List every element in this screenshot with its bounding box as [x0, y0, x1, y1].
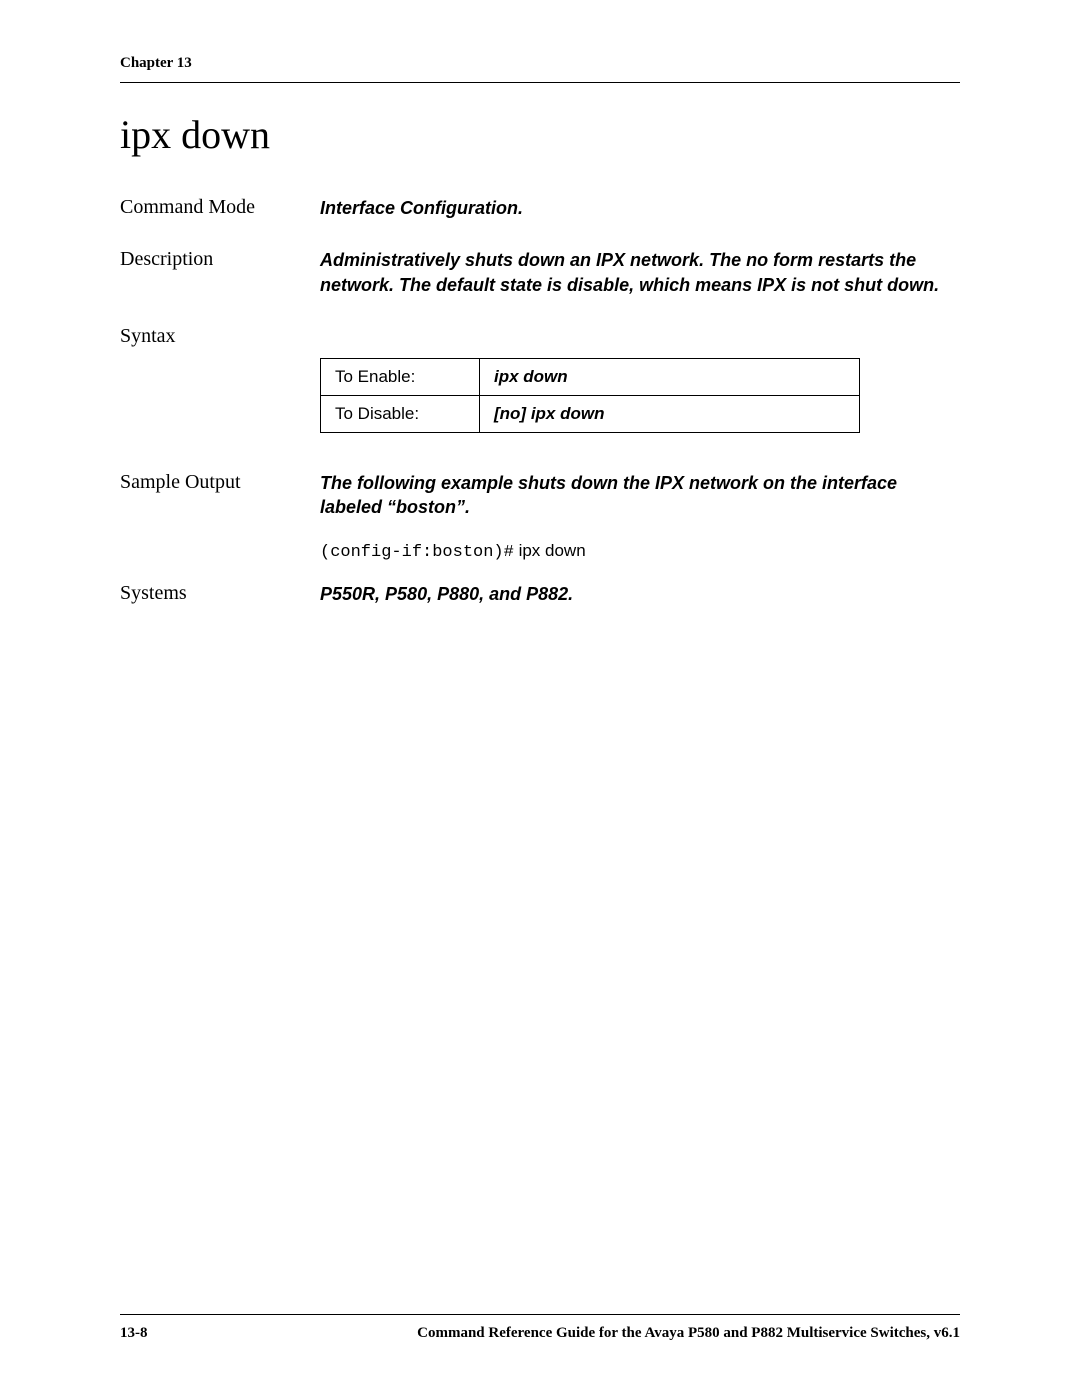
sample-output-command-line: (config-if:boston)# ipx down [320, 541, 960, 562]
syntax-table-row: To Enable: ipx down To Disable: [no] ipx… [120, 356, 960, 437]
footer-rule [120, 1314, 960, 1315]
syntax-label: Syntax [120, 325, 320, 348]
sample-output-label: Sample Output [120, 471, 320, 494]
page-content: Chapter 13 ipx down Command Mode Interfa… [120, 55, 960, 1337]
command-mode-row: Command Mode Interface Configuration. [120, 196, 960, 220]
command-mode-label: Command Mode [120, 196, 320, 219]
description-row: Description Administratively shuts down … [120, 248, 960, 297]
syntax-row: Syntax [120, 325, 960, 348]
sample-output-row: Sample Output The following example shut… [120, 471, 960, 563]
syntax-disable-right: [no] ipx down [480, 395, 860, 432]
footer-page-number: 13-8 [120, 1325, 148, 1342]
systems-value: P550R, P580, P880, and P882. [320, 582, 960, 606]
footer-line: 13-8 Command Reference Guide for the Ava… [120, 1325, 960, 1342]
syntax-enable-left: To Enable: [321, 358, 480, 395]
sample-output-command: ipx down [514, 541, 586, 560]
systems-row: Systems P550R, P580, P880, and P882. [120, 582, 960, 606]
sample-output-intro: The following example shuts down the IPX… [320, 471, 960, 520]
table-row: To Enable: ipx down [321, 358, 860, 395]
syntax-disable-left: To Disable: [321, 395, 480, 432]
table-row: To Disable: [no] ipx down [321, 395, 860, 432]
sample-output-prompt: (config-if:boston)# [320, 543, 514, 562]
description-value: Administratively shuts down an IPX netwo… [320, 248, 960, 297]
sample-output-value: The following example shuts down the IPX… [320, 471, 960, 563]
chapter-header: Chapter 13 [120, 55, 960, 72]
header-rule [120, 82, 960, 83]
systems-label: Systems [120, 582, 320, 605]
syntax-table: To Enable: ipx down To Disable: [no] ipx… [320, 358, 860, 433]
command-mode-value: Interface Configuration. [320, 196, 960, 220]
page-title: ipx down [120, 111, 960, 158]
description-label: Description [120, 248, 320, 271]
footer-doc-title: Command Reference Guide for the Avaya P5… [417, 1325, 960, 1342]
syntax-enable-right: ipx down [480, 358, 860, 395]
page-footer: 13-8 Command Reference Guide for the Ava… [120, 1306, 960, 1342]
syntax-table-wrap: To Enable: ipx down To Disable: [no] ipx… [320, 356, 960, 437]
